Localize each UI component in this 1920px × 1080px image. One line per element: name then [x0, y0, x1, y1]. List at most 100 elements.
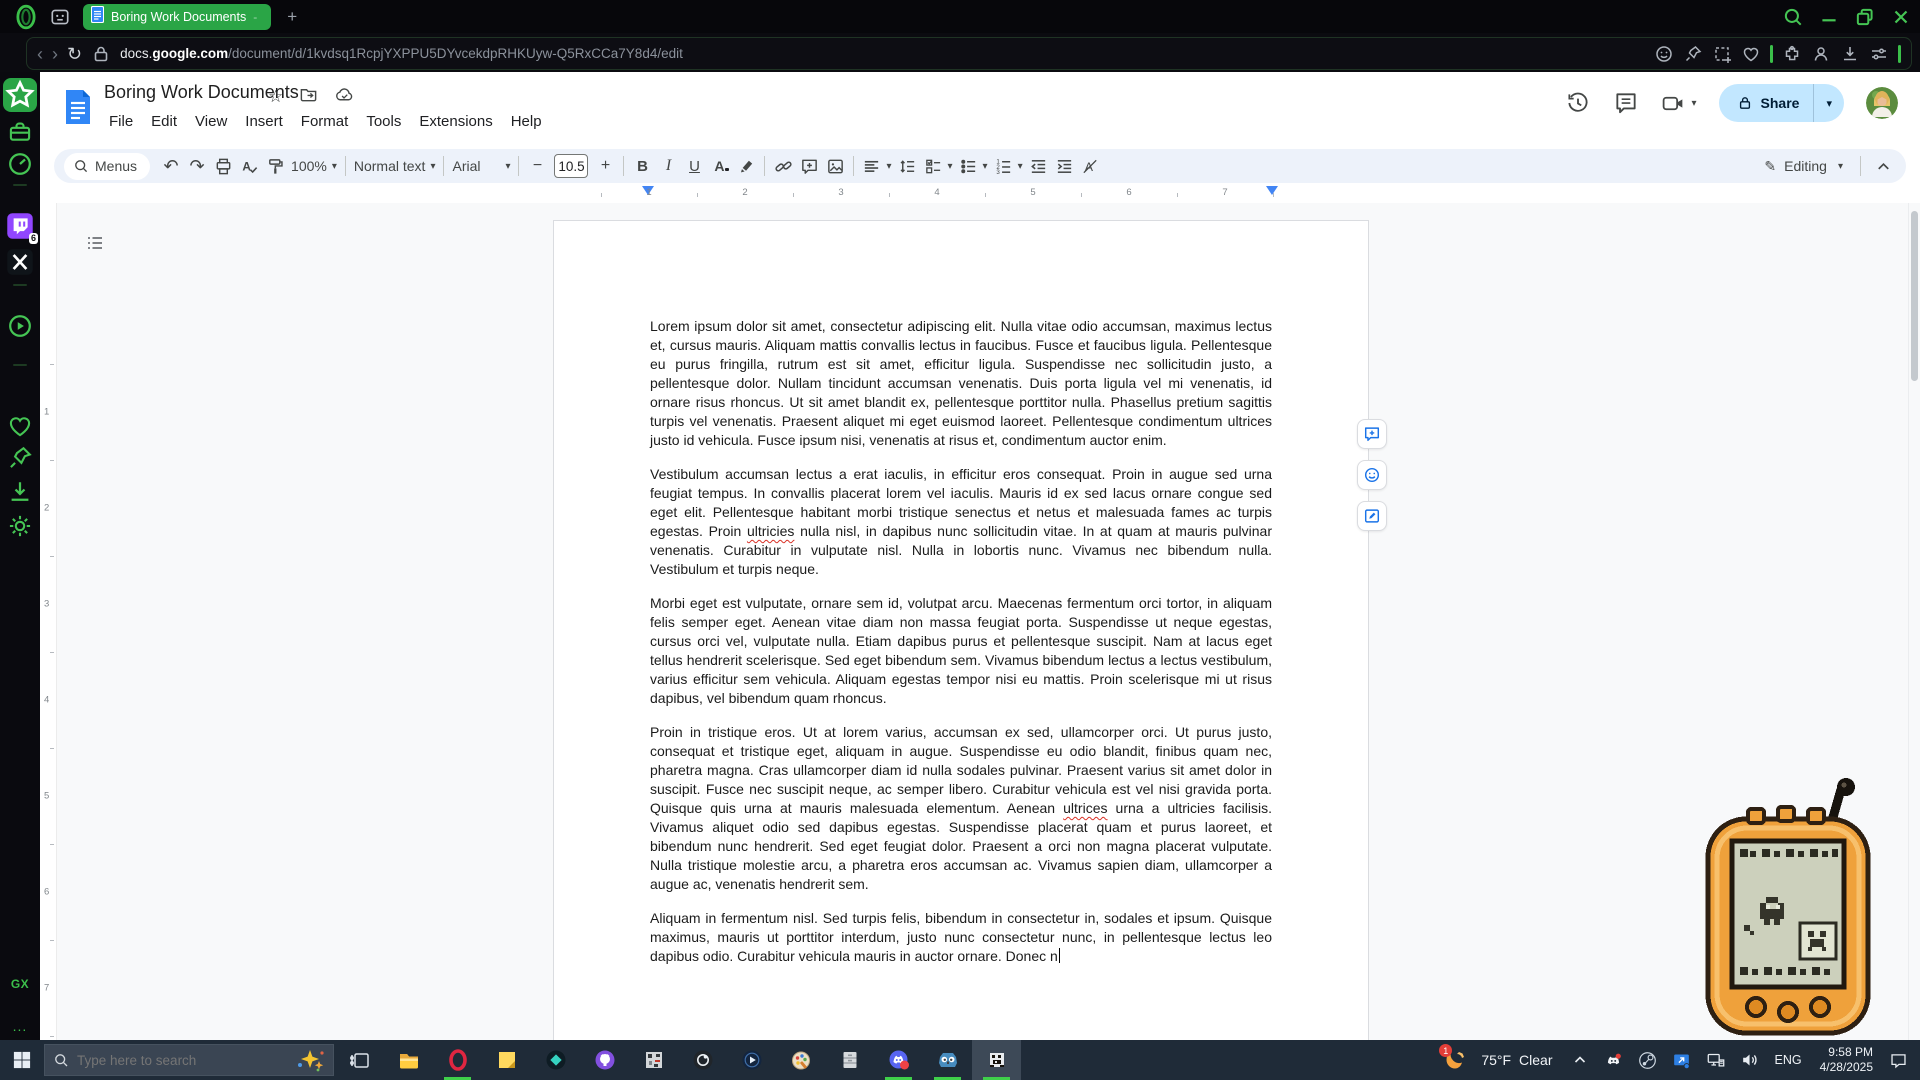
- checklist-button[interactable]: ▾: [921, 153, 956, 179]
- doc-text[interactable]: Lorem ipsum dolor sit amet, consectetur …: [650, 317, 1272, 966]
- scrollbar[interactable]: [1908, 203, 1920, 1040]
- snapshot-icon[interactable]: [1712, 44, 1732, 64]
- search-input[interactable]: [77, 1053, 267, 1068]
- document-outline-button[interactable]: [82, 230, 108, 256]
- gx-control-gauge-icon[interactable]: [6, 150, 34, 178]
- tamagotchi-app-icon[interactable]: [972, 1040, 1021, 1080]
- share-button[interactable]: Share ▾: [1719, 84, 1844, 122]
- taskbar-search[interactable]: [44, 1044, 334, 1076]
- bold-button[interactable]: B: [629, 153, 655, 179]
- menu-extensions[interactable]: Extensions: [412, 111, 499, 132]
- tamagotchi-pet-window[interactable]: [1698, 775, 1880, 1041]
- text-color-button[interactable]: A: [707, 153, 733, 179]
- close-icon[interactable]: [1890, 6, 1912, 28]
- action-center-icon[interactable]: [1886, 1048, 1910, 1072]
- menu-help[interactable]: Help: [504, 111, 549, 132]
- tray-volume-icon[interactable]: [1738, 1048, 1762, 1072]
- avatar[interactable]: [1866, 87, 1898, 119]
- tray-steam-icon[interactable]: [1636, 1048, 1660, 1072]
- language-indicator[interactable]: ENG: [1775, 1053, 1802, 1067]
- decrease-font-size-button[interactable]: −: [524, 153, 550, 179]
- file-explorer-icon[interactable]: [384, 1040, 433, 1080]
- x-twitter-icon[interactable]: [6, 248, 34, 276]
- spellcheck-button[interactable]: A: [236, 153, 262, 179]
- browser-tab[interactable]: Boring Work Documents -: [83, 4, 271, 30]
- workspace-icon[interactable]: [49, 6, 71, 28]
- menu-edit[interactable]: Edit: [144, 111, 184, 132]
- paragraph-style-select[interactable]: Normal text▾: [351, 153, 439, 179]
- github-icon[interactable]: [580, 1040, 629, 1080]
- extensions-icon[interactable]: [1782, 44, 1802, 64]
- emoji-icon[interactable]: [1654, 44, 1674, 64]
- opera-browser-icon[interactable]: [433, 1040, 482, 1080]
- decrease-indent-button[interactable]: [1026, 153, 1052, 179]
- paint-format-button[interactable]: [262, 153, 288, 179]
- restore-icon[interactable]: [1854, 6, 1876, 28]
- copilot-sparkle-icon[interactable]: [295, 1048, 325, 1072]
- tray-network-icon[interactable]: [1704, 1048, 1728, 1072]
- cloud-status-icon[interactable]: [334, 84, 355, 110]
- browser-search-icon[interactable]: [1782, 6, 1804, 28]
- horizontal-ruler[interactable]: 1234567: [40, 185, 1920, 203]
- highlight-color-button[interactable]: [733, 153, 759, 179]
- increase-indent-button[interactable]: [1052, 153, 1078, 179]
- font-select[interactable]: Arial▾: [449, 153, 513, 179]
- forward-icon[interactable]: ›: [52, 45, 58, 63]
- google-docs-logo-icon[interactable]: [64, 88, 92, 126]
- menu-tools[interactable]: Tools: [359, 111, 408, 132]
- suggest-edits-button[interactable]: [1357, 501, 1387, 531]
- numbered-list-button[interactable]: 123▾: [991, 153, 1026, 179]
- twitch-icon[interactable]: 6: [6, 212, 34, 240]
- clear-formatting-button[interactable]: A: [1078, 153, 1104, 179]
- tray-expand-chevron-icon[interactable]: [1568, 1048, 1592, 1072]
- underline-button[interactable]: U: [681, 153, 707, 179]
- vertical-ruler[interactable]: 1234567: [40, 203, 57, 1040]
- minimize-icon[interactable]: [1818, 6, 1840, 28]
- retro-pixel-app-icon[interactable]: [629, 1040, 678, 1080]
- emoji-reaction-button[interactable]: [1357, 460, 1387, 490]
- right-indent-marker[interactable]: [1266, 186, 1278, 195]
- insert-image-button[interactable]: [822, 153, 848, 179]
- url-field[interactable]: ‹ › ↻ docs.google.com/document/d/1kvdsq1…: [26, 37, 1912, 70]
- toolbar-search-menus[interactable]: Menus: [64, 153, 150, 180]
- lock-icon[interactable]: [91, 44, 111, 64]
- document-page[interactable]: Lorem ipsum dolor sit amet, consectetur …: [553, 220, 1369, 1040]
- obs-studio-icon[interactable]: [678, 1040, 727, 1080]
- italic-button[interactable]: I: [655, 153, 681, 179]
- reload-icon[interactable]: ↻: [67, 45, 82, 63]
- gx-logo-text[interactable]: GX: [11, 977, 29, 991]
- meet-call-button[interactable]: ▾: [1661, 91, 1697, 116]
- url-text[interactable]: docs.google.com/document/d/1kvdsq1RcpjYX…: [120, 46, 1645, 61]
- discord-icon[interactable]: [874, 1040, 923, 1080]
- increase-font-size-button[interactable]: +: [592, 153, 618, 179]
- insert-link-button[interactable]: [770, 153, 796, 179]
- add-comment-button[interactable]: [796, 153, 822, 179]
- gx-corner-icon[interactable]: [3, 78, 37, 112]
- star-document-icon[interactable]: ☆: [268, 87, 283, 107]
- line-spacing-button[interactable]: [895, 153, 921, 179]
- teal-gem-app-icon[interactable]: [531, 1040, 580, 1080]
- sidebar-overflow-icon[interactable]: ...: [6, 1012, 34, 1040]
- opera-gx-logo-icon[interactable]: [13, 4, 39, 30]
- redo-button[interactable]: ↷: [184, 153, 210, 179]
- heart-icon[interactable]: [1741, 44, 1761, 64]
- version-history-icon[interactable]: [1565, 90, 1591, 116]
- download-icon[interactable]: [1840, 44, 1860, 64]
- move-to-folder-icon[interactable]: [299, 85, 318, 109]
- media-player-icon[interactable]: [727, 1040, 776, 1080]
- undo-button[interactable]: ↶: [158, 153, 184, 179]
- paint-icon[interactable]: [776, 1040, 825, 1080]
- hide-menus-button[interactable]: [1870, 153, 1896, 179]
- zoom-select[interactable]: 100%▾: [288, 153, 340, 179]
- menu-insert[interactable]: Insert: [238, 111, 290, 132]
- print-button[interactable]: [210, 153, 236, 179]
- share-dropdown[interactable]: ▾: [1814, 97, 1844, 110]
- pin-icon[interactable]: [1683, 44, 1703, 64]
- weather-widget[interactable]: 1 75°F Clear: [1437, 1047, 1552, 1073]
- heart-icon[interactable]: [6, 412, 34, 440]
- tray-cast-icon[interactable]: [1670, 1048, 1694, 1072]
- settings-sliders-icon[interactable]: [1869, 44, 1889, 64]
- downloads-icon[interactable]: [6, 478, 34, 506]
- comments-icon[interactable]: [1613, 90, 1639, 116]
- back-icon[interactable]: ‹: [37, 45, 43, 63]
